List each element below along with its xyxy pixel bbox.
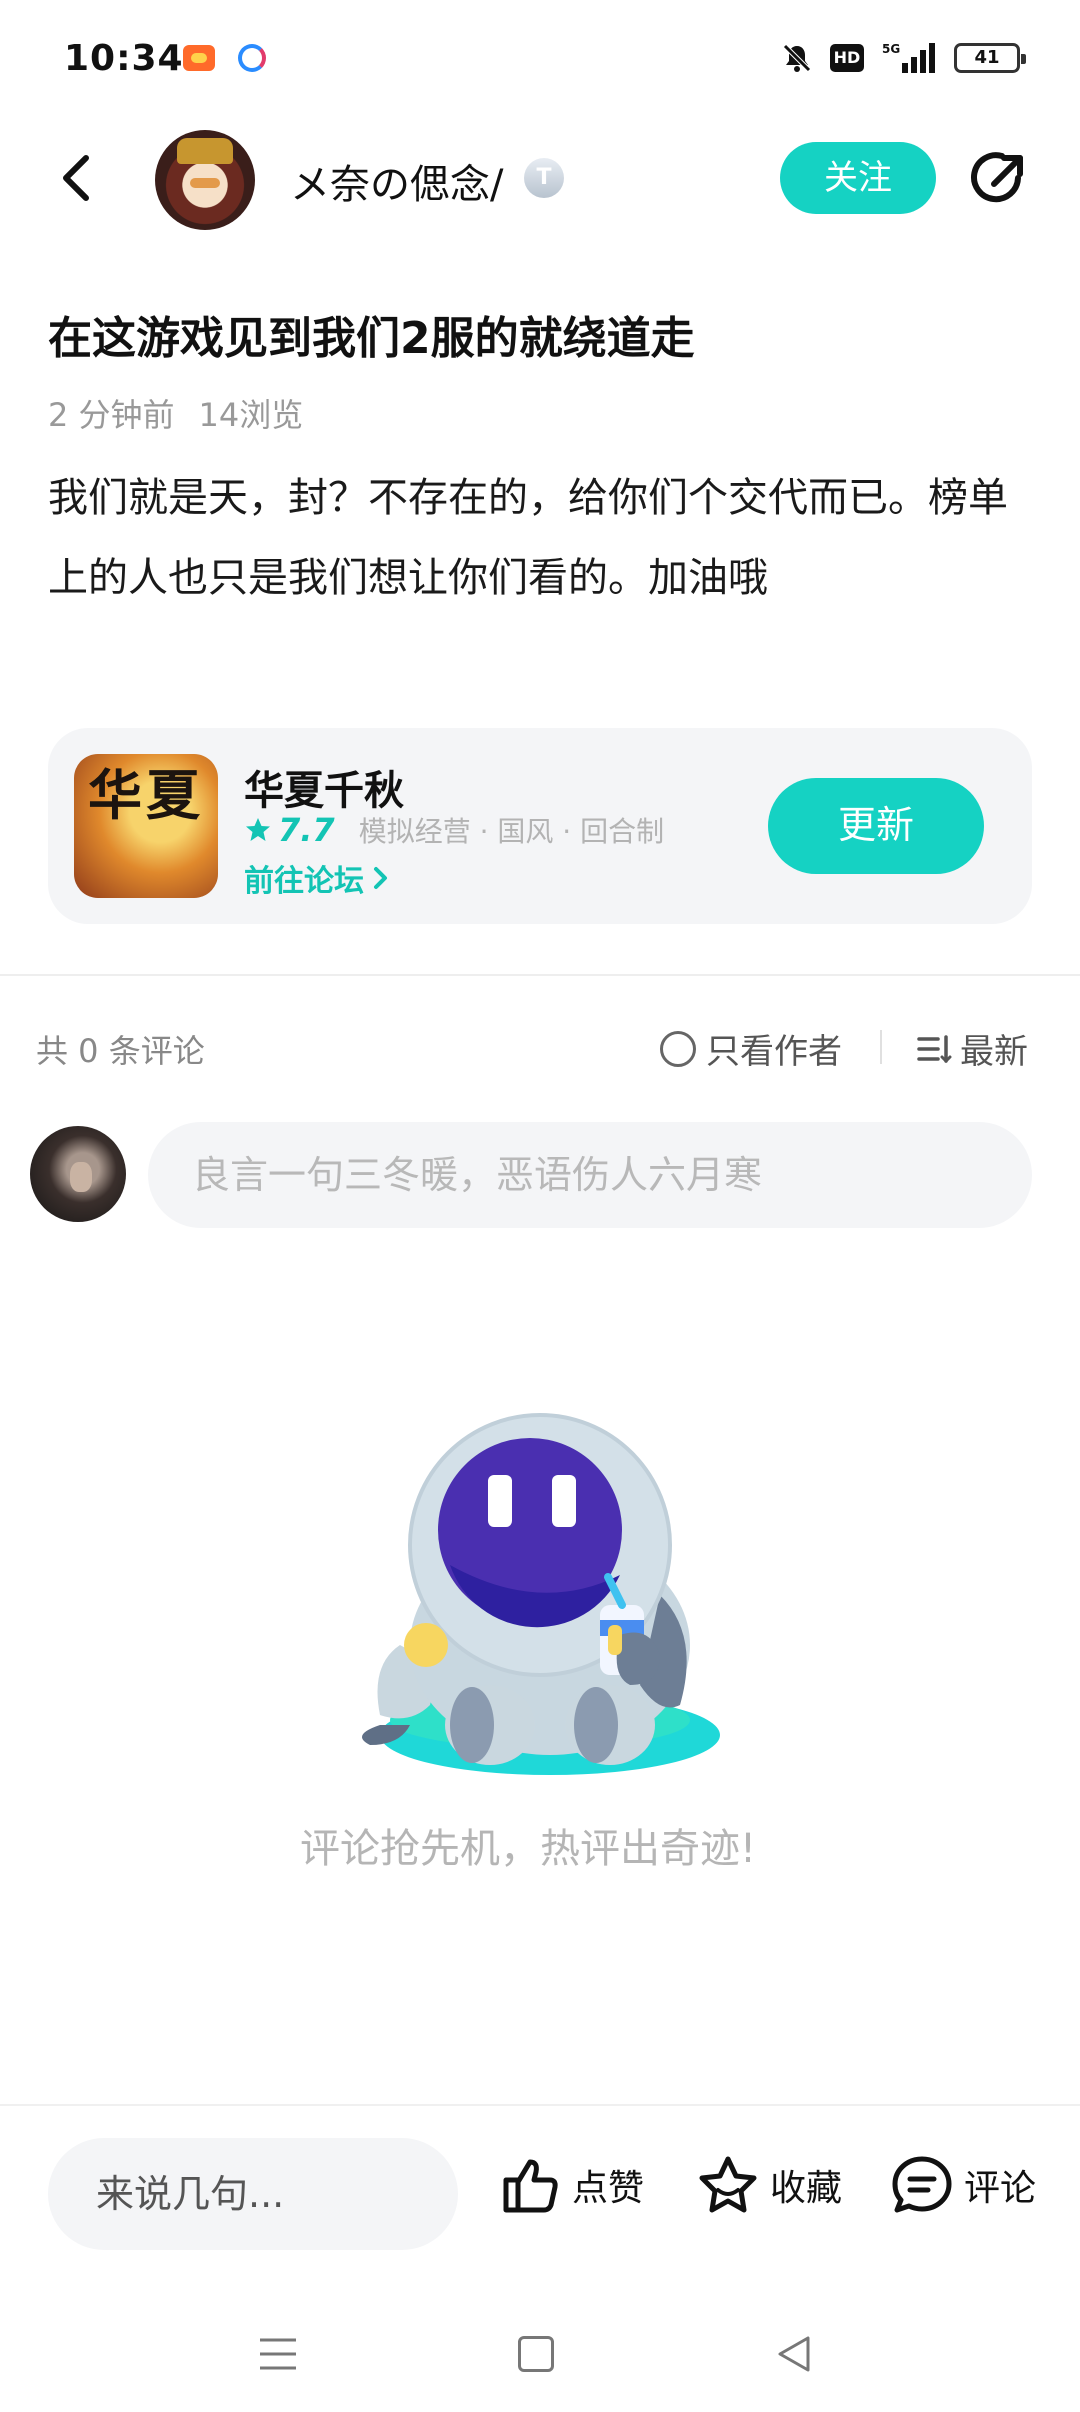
radio-circle-icon [660,1030,696,1067]
status-time: 10:34 [64,38,184,79]
favorite-label: 收藏 [770,2168,843,2209]
battery-icon: 41 [954,43,1026,73]
game-rating-row: 7.7 模拟经营 · 国风 · 回合制 [244,810,664,850]
only-author-label: 只看作者 [706,1032,842,1072]
bell-muted-icon [782,43,812,73]
follow-button[interactable]: 关注 [780,142,936,214]
app-notification-icon [238,44,266,72]
comment-input[interactable] [148,1122,1032,1228]
game-name[interactable]: 华夏千秋 [244,758,404,816]
like-button[interactable]: 点赞 [500,2154,644,2216]
chevron-right-icon [374,867,387,889]
author-avatar[interactable] [155,130,255,230]
sort-icon [917,1034,952,1063]
favorite-button[interactable]: 收藏 [696,2154,842,2216]
system-nav-bar [0,2296,1080,2412]
game-card[interactable]: 华夏 华夏千秋 7.7 模拟经营 · 国风 · 回合制 前往论坛 更新 [48,728,1032,924]
quick-comment-input[interactable] [48,2138,458,2250]
share-button[interactable] [966,148,1032,214]
current-user-avatar [30,1126,126,1222]
thumbs-up-icon [503,2159,558,2213]
game-icon-text: 华夏 [88,764,204,827]
post-views: 14浏览 [198,396,304,434]
bottom-action-bar: 点赞 收藏 评论 [0,2104,1080,2274]
post-body: 我们就是天，封？不存在的，给你们个交代而已。榜单上的人也只是我们想让你们看的。加… [48,475,1008,601]
game-icon[interactable]: 华夏 [74,754,218,898]
chevron-left-icon [63,155,89,201]
post-header: メ奈の偲念/ T 关注 [0,120,1080,240]
comment-label: 评论 [964,2168,1037,2209]
empty-state-text: 评论抢先机，热评出奇迹! [299,1826,757,1872]
user-level-badge: T [524,158,564,198]
post-time: 2 分钟前 [48,396,175,434]
game-app-notification-icon [183,45,215,71]
comment-bubble-icon [892,2156,952,2213]
star-icon [246,818,270,841]
forum-link-label: 前往论坛 [244,864,364,899]
only-author-toggle[interactable]: 只看作者 [660,1024,842,1073]
empty-state-robot-illustration [340,1395,760,1795]
post-meta: 2 分钟前 14浏览 [48,390,303,436]
triangle-back-icon [778,2336,810,2372]
status-bar: 10:34 HD 5G 41 [0,0,1080,120]
author-name[interactable]: メ奈の偲念/ [290,152,503,210]
like-label: 点赞 [572,2168,645,2209]
share-icon [971,152,1023,203]
star-outline-icon [699,2156,757,2213]
game-tags: 模拟经营 · 国风 · 回合制 [358,815,665,848]
signal-5g-icon: 5G [882,41,936,75]
post-title: 在这游戏见到我们2服的就绕道走 [48,313,695,364]
section-divider [0,974,1080,976]
comment-count: 共 0 条评论 [36,1032,205,1070]
back-button[interactable] [48,148,108,208]
system-back-button[interactable] [774,2334,814,2374]
recent-apps-button[interactable] [258,2336,298,2372]
network-type-text: 5G [882,42,900,56]
sort-button[interactable]: 最新 [916,1024,1028,1073]
forum-link[interactable]: 前往论坛 [244,856,390,900]
sort-label: 最新 [960,1032,1028,1072]
comment-button[interactable]: 评论 [890,2154,1036,2216]
game-rating: 7.7 [278,811,335,849]
vertical-divider [880,1030,882,1064]
home-button[interactable] [518,2336,554,2372]
update-button[interactable]: 更新 [768,778,984,874]
menu-icon [260,2338,296,2370]
hd-icon: HD [830,44,864,72]
